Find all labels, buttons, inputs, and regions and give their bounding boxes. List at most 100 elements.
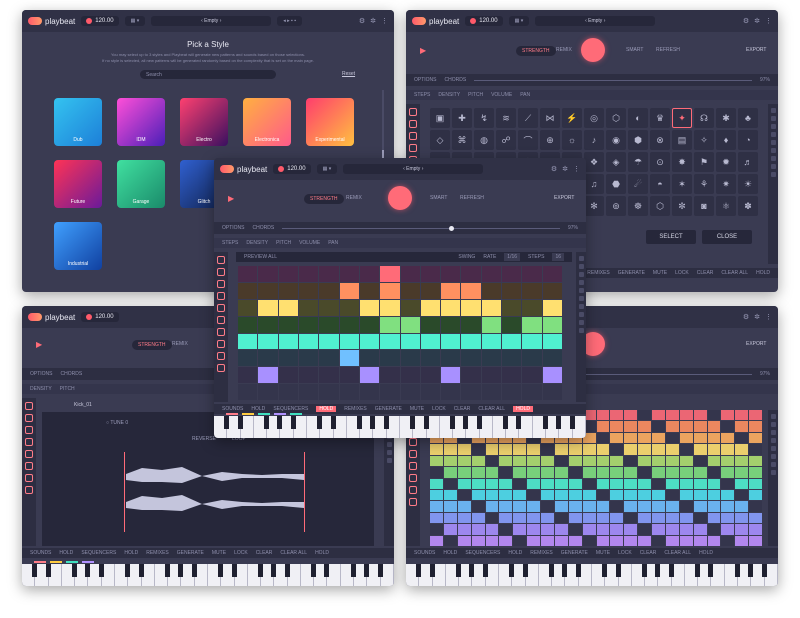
step-cell[interactable] — [238, 282, 258, 299]
step-cell[interactable] — [542, 299, 562, 316]
note-cell[interactable] — [638, 512, 651, 524]
note-cell[interactable] — [735, 489, 749, 501]
step-cell[interactable] — [420, 282, 441, 299]
note-cell[interactable] — [457, 444, 471, 455]
note-cell[interactable] — [471, 478, 485, 489]
note-cell[interactable] — [582, 455, 596, 467]
piano-keyboard[interactable] — [22, 564, 394, 586]
note-cell[interactable] — [527, 524, 540, 535]
note-cell[interactable] — [443, 444, 457, 455]
note-cell[interactable] — [499, 501, 513, 512]
note-cell[interactable] — [596, 444, 610, 455]
step-cell[interactable] — [359, 299, 380, 316]
note-cell[interactable] — [430, 467, 443, 478]
note-cell[interactable] — [513, 489, 527, 501]
sound-icon-cell[interactable]: ◍ — [474, 130, 494, 150]
generate-button[interactable] — [581, 38, 605, 62]
note-cell[interactable] — [527, 467, 540, 478]
sound-icon-cell[interactable]: ⊙ — [650, 152, 670, 172]
piano-key[interactable] — [62, 564, 78, 586]
step-cell[interactable] — [461, 316, 481, 333]
note-cell[interactable] — [513, 524, 527, 535]
step-cell[interactable] — [319, 266, 339, 282]
step-cell[interactable] — [522, 333, 542, 350]
step-cell[interactable] — [502, 333, 522, 350]
step-cell[interactable] — [258, 350, 278, 367]
note-cell[interactable] — [707, 421, 721, 432]
style-tile[interactable]: IDM — [117, 98, 165, 146]
step-cell[interactable] — [502, 367, 522, 384]
step-cell[interactable] — [522, 299, 542, 316]
sound-icon-cell[interactable]: ✷ — [716, 174, 736, 194]
note-cell[interactable] — [527, 512, 540, 524]
piano-key[interactable] — [307, 416, 323, 438]
note-cell[interactable] — [485, 512, 499, 524]
sound-icon-cell[interactable]: ✸ — [672, 152, 692, 172]
note-cell[interactable] — [527, 478, 540, 489]
note-cell[interactable] — [610, 501, 624, 512]
note-cell[interactable] — [610, 478, 624, 489]
sound-icon-cell[interactable]: ☂ — [628, 152, 648, 172]
step-cell[interactable] — [420, 333, 441, 350]
note-cell[interactable] — [499, 512, 513, 524]
step-cell[interactable] — [542, 282, 562, 299]
step-cell[interactable] — [400, 316, 420, 333]
grid-menu-button[interactable]: ▦ ▾ — [124, 16, 146, 26]
piano-keyboard[interactable] — [406, 564, 778, 586]
note-cell[interactable] — [624, 444, 638, 455]
piano-key[interactable] — [493, 416, 509, 438]
play-button[interactable]: ▶ — [36, 340, 42, 349]
note-cell[interactable] — [679, 432, 693, 444]
note-cell[interactable] — [749, 501, 762, 512]
note-cell[interactable] — [513, 467, 527, 478]
note-cell[interactable] — [513, 444, 527, 455]
sound-icon-cell[interactable]: ⌘ — [452, 130, 472, 150]
note-cell[interactable] — [471, 455, 485, 467]
note-cell[interactable] — [735, 478, 749, 489]
piano-key[interactable] — [22, 564, 38, 586]
note-cell[interactable] — [513, 455, 527, 467]
step-cell[interactable] — [461, 384, 481, 400]
sound-icon-cell[interactable]: ◓ — [650, 174, 670, 194]
note-cell[interactable] — [541, 444, 554, 455]
note-cell[interactable] — [457, 478, 471, 489]
preset-selector[interactable]: ‹ Empty › — [151, 16, 272, 26]
step-cell[interactable] — [441, 282, 461, 299]
bpm-display[interactable]: 120.00 — [465, 16, 503, 26]
note-cell[interactable] — [679, 489, 693, 501]
note-cell[interactable] — [652, 489, 665, 501]
note-cell[interactable] — [568, 467, 582, 478]
step-cell[interactable] — [298, 333, 319, 350]
piano-key[interactable] — [155, 564, 171, 586]
preset-selector[interactable]: ‹ Empty › — [535, 16, 656, 26]
note-cell[interactable] — [638, 501, 651, 512]
step-cell[interactable] — [502, 384, 522, 400]
note-cell[interactable] — [554, 535, 568, 546]
step-cell[interactable] — [400, 266, 420, 282]
note-cell[interactable] — [638, 489, 651, 501]
step-cell[interactable] — [380, 367, 400, 384]
step-cell[interactable] — [298, 316, 319, 333]
more-icon[interactable]: ⋮ — [765, 17, 772, 25]
step-cell[interactable] — [441, 316, 461, 333]
step-cell[interactable] — [461, 282, 481, 299]
step-cell[interactable] — [420, 316, 441, 333]
step-cell[interactable] — [420, 367, 441, 384]
sound-icon-cell[interactable]: ⚘ — [694, 174, 714, 194]
piano-key[interactable] — [725, 564, 741, 586]
step-cell[interactable] — [339, 266, 359, 282]
note-cell[interactable] — [457, 489, 471, 501]
sound-icon-cell[interactable]: ✧ — [694, 130, 714, 150]
sound-icon-cell[interactable]: ✹ — [716, 152, 736, 172]
step-cell[interactable] — [400, 367, 420, 384]
note-cell[interactable] — [568, 524, 582, 535]
sound-icon-cell[interactable]: ✽ — [738, 196, 758, 216]
step-cell[interactable] — [319, 333, 339, 350]
gear-icon[interactable]: ✲ — [562, 165, 568, 173]
sound-icon-cell[interactable]: ⊕ — [540, 130, 560, 150]
step-cell[interactable] — [441, 266, 461, 282]
grid-menu-button[interactable]: ▦ ▾ — [508, 16, 530, 26]
sound-icon-cell[interactable]: ◙ — [694, 196, 714, 216]
step-cell[interactable] — [339, 282, 359, 299]
note-cell[interactable] — [707, 501, 721, 512]
